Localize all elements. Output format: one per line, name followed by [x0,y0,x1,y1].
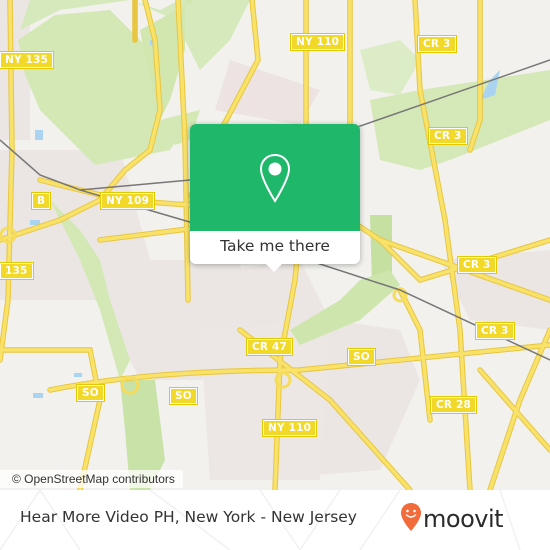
map-pin-icon [259,153,291,209]
road-label-ny110: NY 110 [289,33,346,51]
place-title: Hear More Video PH, New York - New Jerse… [20,508,357,526]
road-label-cr3: CR 3 [428,127,468,145]
popup-header [190,124,360,231]
map-attribution[interactable]: © OpenStreetMap contributors [0,470,183,488]
road-label-cr3: CR 3 [475,322,515,340]
moovit-logo[interactable]: moovit [400,502,504,536]
road-label-ny135: NY 135 [0,51,55,69]
road-label-cr3: CR 3 [417,35,457,53]
road-label-ny110: NY 110 [261,419,318,437]
road-label-so: SO [347,348,376,366]
location-popup[interactable]: Take me there [190,124,360,272]
moovit-smiley-pin-icon [400,502,422,536]
moovit-wordmark: moovit [423,505,504,533]
road-label-ny109: NY 109 [99,192,156,210]
footer-bar: Hear More Video PH, New York - New Jerse… [0,490,550,550]
road-label-so: SO [76,384,105,402]
take-me-there-button[interactable]: Take me there [190,231,360,264]
road-label-cr28: CR 28 [429,396,478,414]
road-label-cr47: CR 47 [245,338,294,356]
road-label-so: SO [169,387,198,405]
road-label-135: 135 [0,262,34,280]
road-label-b: B [30,192,52,210]
road-label-cr3: CR 3 [457,256,497,274]
popup-pointer [266,264,282,272]
map-canvas[interactable]: NY 135 NY 110 CR 3 CR 3 B NY 109 135 CR … [0,0,550,490]
